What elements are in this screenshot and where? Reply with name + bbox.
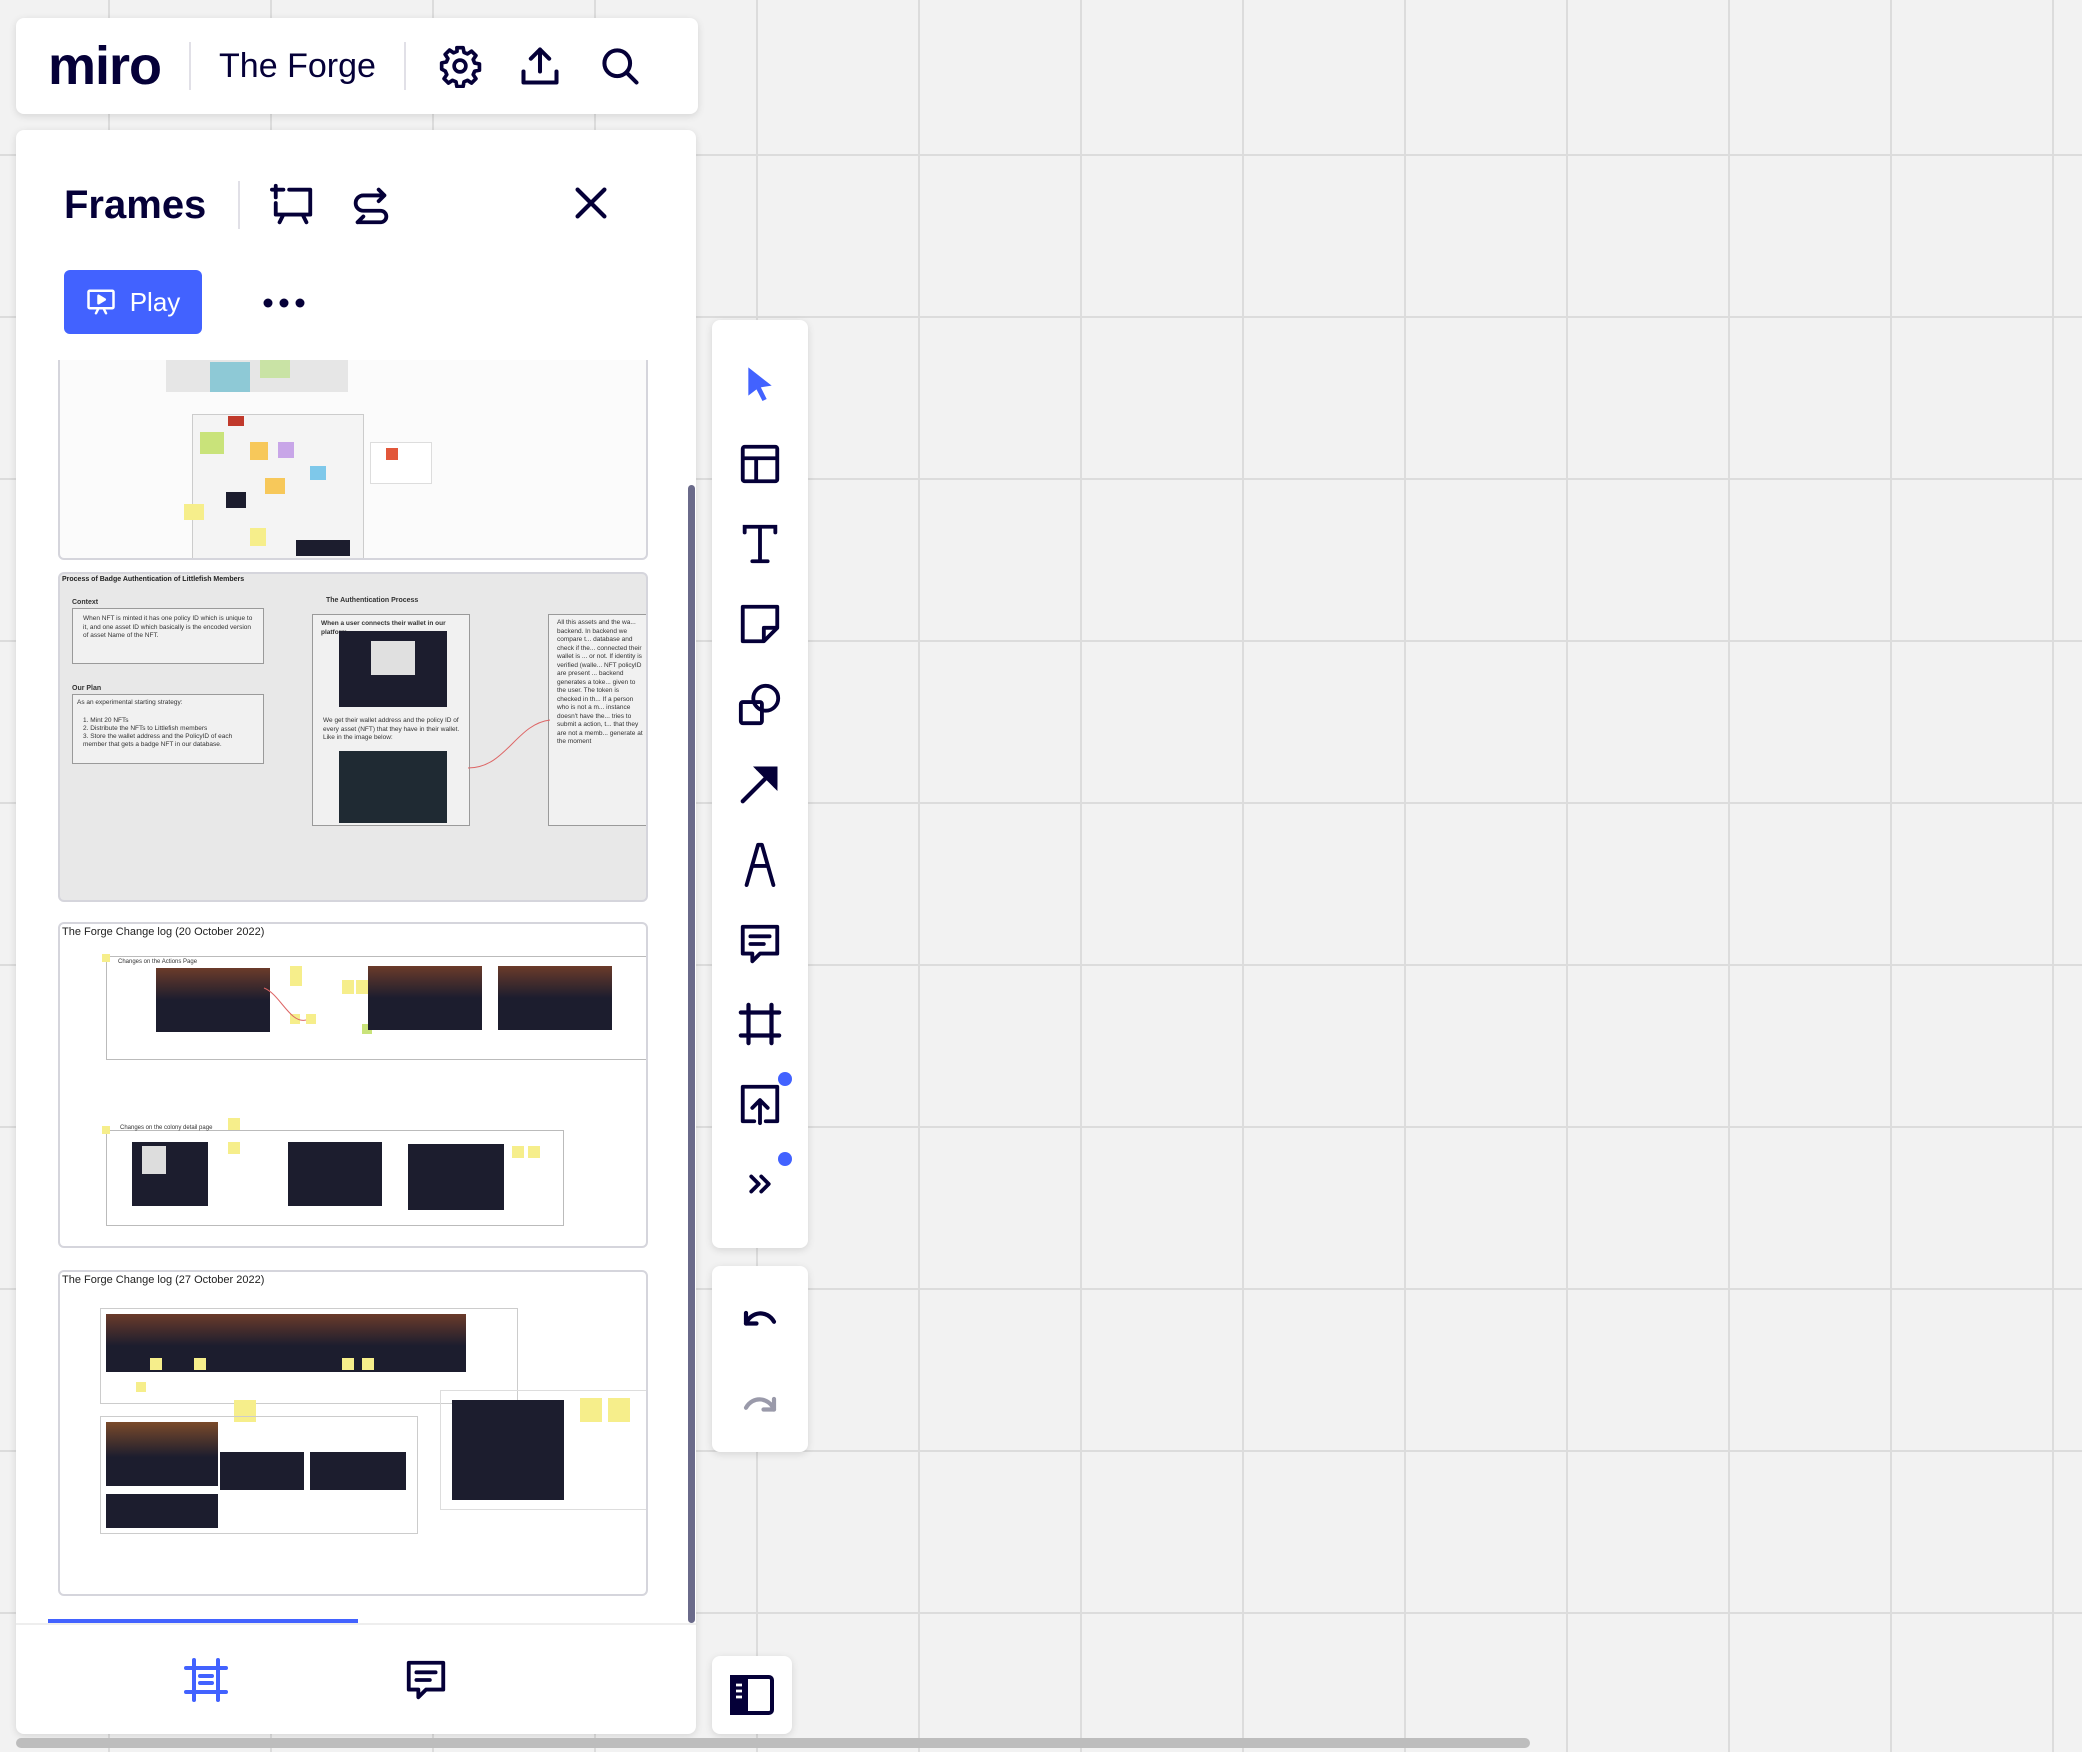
templates-icon[interactable]	[730, 434, 790, 494]
plan-item: 2. Distribute the NFTs to Littlefish mem…	[83, 725, 208, 732]
comments-tab[interactable]	[396, 1650, 456, 1710]
reorder-icon[interactable]	[348, 182, 394, 228]
frames-scrollbar[interactable]	[688, 485, 695, 1623]
frames-tab[interactable]	[176, 1650, 236, 1710]
text-tool-icon[interactable]	[730, 514, 790, 574]
frame-thumbnail[interactable]: The Forge Change log (20 October 2022) C…	[58, 922, 648, 1248]
sidebar-toggle-icon[interactable]	[712, 1656, 792, 1734]
frame-thumbnail[interactable]: Process of Badge Authentication of Littl…	[58, 572, 648, 902]
section-label: Changes on the colony detail page	[120, 1125, 213, 1131]
frames-panel: Frames Play Process of Badge Authenticat…	[16, 130, 696, 1734]
side-text: All this assets and the wa... backend. I…	[557, 619, 643, 745]
presentation-icon	[86, 287, 116, 317]
redo-icon[interactable]	[730, 1376, 790, 1436]
select-tool-icon[interactable]	[730, 354, 790, 414]
tab-divider	[16, 1623, 696, 1625]
frames-list: Process of Badge Authentication of Littl…	[16, 360, 696, 1620]
add-frame-icon[interactable]	[270, 182, 316, 228]
frame-tool-icon[interactable]	[730, 994, 790, 1054]
comment-icon[interactable]	[730, 914, 790, 974]
plan-intro: As an experimental starting strategy:	[77, 699, 183, 706]
horizontal-scrollbar[interactable]	[16, 1738, 1530, 1748]
frame-title: The Forge Change log (27 October 2022)	[62, 1274, 265, 1286]
sticky-note-icon[interactable]	[730, 594, 790, 654]
more-options-icon[interactable]	[254, 280, 314, 326]
plan-heading: Our Plan	[72, 685, 102, 692]
frames-panel-title: Frames	[64, 182, 207, 227]
context-text: When NFT is minted it has one policy ID …	[83, 615, 253, 639]
play-label: Play	[129, 286, 181, 317]
pen-icon[interactable]	[730, 834, 790, 894]
process-heading: The Authentication Process	[326, 597, 419, 604]
panel-header-divider	[238, 181, 241, 229]
header-divider	[189, 42, 192, 90]
section-label: Changes on the Actions Page	[118, 959, 198, 965]
frame-thumbnail[interactable]	[58, 360, 648, 560]
frame-thumbnail[interactable]: The Forge Change log (27 October 2022)	[58, 1270, 648, 1596]
board-title[interactable]: The Forge	[219, 47, 376, 86]
undo-icon[interactable]	[730, 1290, 790, 1350]
plan-item: 3. Store the wallet address and the Poli…	[83, 733, 233, 748]
more-tools-notification-dot	[778, 1152, 792, 1166]
side-box: All this assets and the wa... backend. I…	[548, 614, 646, 826]
connection-line-icon[interactable]	[730, 754, 790, 814]
process-text: We get their wallet address and the poli…	[323, 717, 460, 741]
plan-item: 1. Mint 20 NFTs	[83, 717, 129, 724]
history-toolbar	[712, 1266, 808, 1452]
search-icon[interactable]	[590, 36, 650, 96]
frame-title: The Forge Change log (20 October 2022)	[62, 926, 265, 938]
context-heading: Context	[72, 599, 99, 606]
shapes-icon[interactable]	[730, 674, 790, 734]
board-header: miro The Forge	[16, 18, 698, 114]
creation-toolbar	[712, 320, 808, 1248]
frames-panel-header: Frames	[16, 170, 696, 240]
miro-logo[interactable]: miro	[48, 39, 162, 93]
plan-box: As an experimental starting strategy: 1.…	[72, 694, 264, 764]
gear-icon[interactable]	[430, 36, 490, 96]
code-screenshot	[339, 751, 447, 823]
close-icon[interactable]	[568, 180, 614, 226]
context-box: When NFT is minted it has one policy ID …	[72, 608, 264, 664]
upload-icon[interactable]	[510, 36, 570, 96]
header-divider	[403, 42, 406, 90]
frame-title: Process of Badge Authentication of Littl…	[62, 576, 245, 583]
play-button[interactable]: Play	[64, 270, 202, 334]
process-box: When a user connects their wallet in our…	[312, 614, 470, 826]
upload-notification-dot	[778, 1072, 792, 1086]
